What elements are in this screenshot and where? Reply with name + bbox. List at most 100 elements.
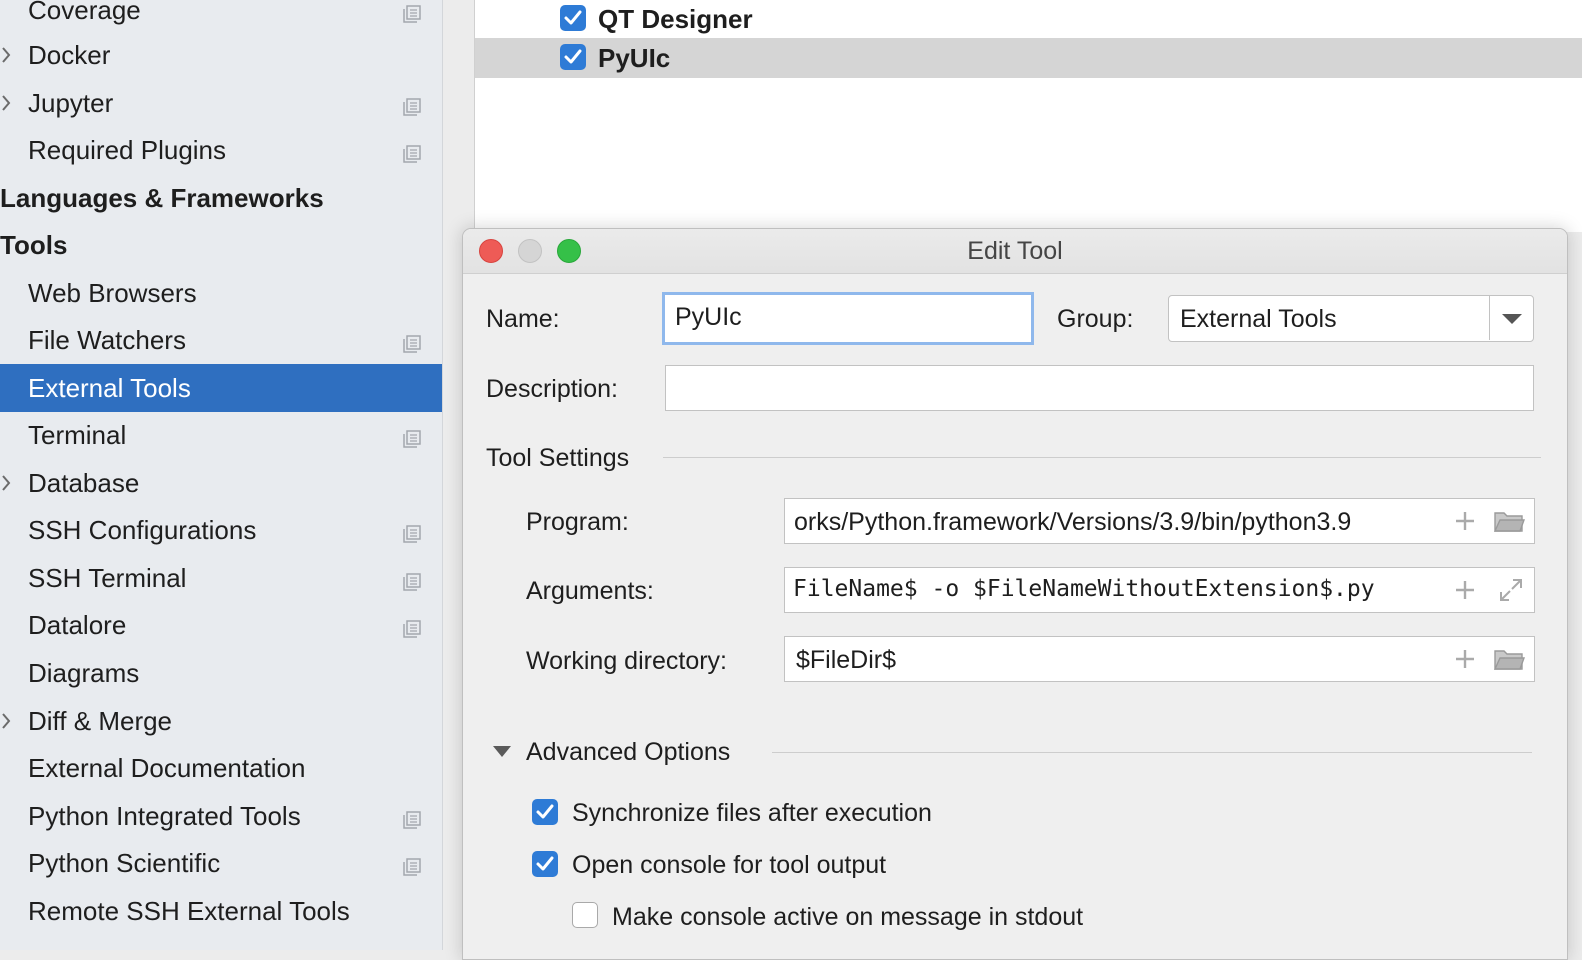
console-active-stdout-label[interactable]: Make console active on message in stdout [612, 903, 1083, 932]
sidebar-item-jupyter[interactable]: Jupyter [0, 79, 442, 127]
chevron-right-icon[interactable] [0, 45, 12, 65]
sidebar-item-file-watchers[interactable]: File Watchers [0, 316, 442, 364]
sidebar-item-tools[interactable]: Tools [0, 221, 442, 269]
folder-icon[interactable] [1493, 508, 1525, 534]
description-label: Description: [486, 375, 618, 403]
working-directory-input-value: $FileDir$ [796, 646, 897, 674]
program-input-value: orks/Python.framework/Versions/3.9/bin/p… [794, 508, 1352, 536]
triangle-down-icon[interactable] [491, 742, 513, 762]
working-directory-field-actions [1441, 637, 1534, 681]
sidebar-item-python-integrated-tools[interactable]: Python Integrated Tools [0, 792, 442, 840]
sidebar-item-docker[interactable]: Docker [0, 31, 442, 79]
working-directory-label: Working directory: [526, 647, 727, 675]
expand-icon[interactable] [1498, 577, 1524, 603]
project-scope-icon [402, 520, 422, 543]
sidebar-item-label: SSH Terminal [28, 562, 187, 593]
tool-enabled-checkbox[interactable] [560, 5, 586, 31]
program-field-actions [1441, 499, 1534, 543]
synchronize-files-checkbox[interactable] [532, 799, 558, 825]
checkmark-icon [564, 49, 582, 64]
tool-row-pyuic[interactable]: PyUIc [475, 38, 1582, 78]
working-directory-input[interactable]: $FileDir$ [784, 636, 1535, 682]
name-input-value: PyUIc [675, 303, 742, 331]
project-scope-icon [402, 330, 422, 353]
sidebar-item-label: File Watchers [28, 324, 186, 355]
group-select-value: External Tools [1180, 305, 1337, 333]
sidebar-item-label: Docker [28, 39, 111, 70]
sidebar-item-label: Required Plugins [28, 134, 227, 165]
edit-tool-dialog: Edit Tool Name: PyUIc Group: External To… [462, 228, 1568, 960]
advanced-options-divider [772, 752, 1532, 753]
folder-icon[interactable] [1493, 646, 1525, 672]
tool-enabled-checkbox[interactable] [560, 44, 586, 70]
sidebar-item-label: Diff & Merge [28, 705, 173, 736]
tool-row-label: PyUIc [598, 42, 671, 73]
project-scope-icon [402, 140, 422, 163]
sidebar-item-label: Datalore [28, 609, 127, 640]
chevron-right-icon[interactable] [0, 473, 12, 493]
sidebar-item-remote-ssh-external-tools[interactable]: Remote SSH External Tools [0, 887, 442, 935]
sidebar-item-coverage[interactable]: Coverage [0, 0, 442, 34]
arguments-input[interactable]: FileName$ -o $FileNameWithoutExtension$.… [784, 567, 1535, 613]
arguments-field-actions [1441, 568, 1534, 612]
tool-settings-heading: Tool Settings [486, 444, 630, 472]
sidebar-item-label: SSH Configurations [28, 514, 257, 545]
group-select[interactable]: External Tools [1168, 295, 1534, 342]
open-console-checkbox[interactable] [532, 851, 558, 877]
sidebar-item-ssh-terminal[interactable]: SSH Terminal [0, 554, 442, 602]
sidebar-item-label: Jupyter [28, 87, 114, 118]
sidebar-item-label: Python Scientific [28, 847, 221, 878]
project-scope-icon [402, 93, 422, 116]
group-label: Group: [1057, 305, 1134, 333]
sidebar-item-external-tools[interactable]: External Tools [0, 364, 442, 412]
group-dropdown-button[interactable] [1489, 296, 1533, 340]
chevron-down-icon [1502, 314, 1522, 324]
sidebar-item-languages-frameworks[interactable]: Languages & Frameworks [0, 174, 442, 222]
plus-icon[interactable] [1453, 578, 1477, 602]
sidebar-item-external-documentation[interactable]: External Documentation [0, 744, 442, 792]
sidebar-item-label: Remote SSH External Tools [28, 895, 350, 926]
project-scope-icon [402, 853, 422, 876]
sidebar-item-required-plugins[interactable]: Required Plugins [0, 126, 442, 174]
open-console-label[interactable]: Open console for tool output [572, 851, 886, 880]
sidebar-item-label: Python Integrated Tools [28, 800, 301, 831]
sidebar-item-label: Languages & Frameworks [0, 182, 324, 213]
tool-row-label: QT Designer [598, 3, 753, 34]
project-scope-icon [402, 425, 422, 448]
chevron-right-icon[interactable] [0, 711, 12, 731]
sidebar-item-label: External Tools [28, 372, 191, 403]
sidebar-item-terminal[interactable]: Terminal [0, 411, 442, 459]
dialog-titlebar[interactable]: Edit Tool [463, 229, 1567, 274]
arguments-label: Arguments: [526, 577, 654, 605]
name-input[interactable]: PyUIc [662, 292, 1034, 345]
plus-icon[interactable] [1453, 647, 1477, 671]
plus-icon[interactable] [1453, 509, 1477, 533]
tool-row-qt-designer[interactable]: QT Designer [475, 0, 1582, 39]
project-scope-icon [402, 0, 422, 23]
sidebar-item-label: Coverage [28, 0, 141, 25]
sidebar-item-datalore[interactable]: Datalore [0, 601, 442, 649]
project-scope-icon [402, 568, 422, 591]
sidebar-item-diff-merge[interactable]: Diff & Merge [0, 697, 442, 745]
sidebar-item-python-scientific[interactable]: Python Scientific [0, 839, 442, 887]
name-label: Name: [486, 305, 560, 333]
checkmark-icon [564, 10, 582, 25]
sidebar-item-label: External Documentation [28, 752, 306, 783]
project-scope-icon [402, 806, 422, 829]
synchronize-files-label[interactable]: Synchronize files after execution [572, 799, 932, 828]
checkmark-icon [536, 804, 554, 819]
sidebar-item-label: Diagrams [28, 657, 140, 688]
sidebar-item-web-browsers[interactable]: Web Browsers [0, 269, 442, 317]
project-scope-icon [402, 615, 422, 638]
dialog-title: Edit Tool [967, 237, 1063, 265]
sidebar-item-ssh-configurations[interactable]: SSH Configurations [0, 506, 442, 554]
sidebar-item-diagrams[interactable]: Diagrams [0, 649, 442, 697]
sidebar-item-label: Terminal [28, 419, 127, 450]
sidebar-item-database[interactable]: Database [0, 459, 442, 507]
chevron-right-icon[interactable] [0, 93, 12, 113]
advanced-options-toggle[interactable]: Advanced Options [526, 738, 730, 767]
console-active-stdout-checkbox[interactable] [572, 902, 598, 928]
settings-sidebar: Coverage Docker Jupyter Required Plugins Lan… [0, 0, 443, 950]
description-input[interactable] [665, 365, 1534, 411]
program-input[interactable]: orks/Python.framework/Versions/3.9/bin/p… [784, 498, 1535, 544]
